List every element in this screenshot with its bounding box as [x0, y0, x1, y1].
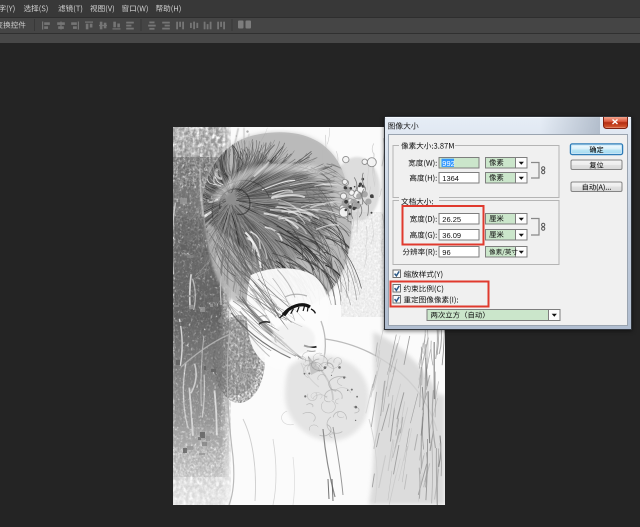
- svg-text:26.25: 26.25: [442, 215, 461, 224]
- svg-text:96: 96: [442, 248, 450, 257]
- svg-text:36.09: 36.09: [442, 231, 461, 240]
- svg-text:1364: 1364: [442, 174, 459, 183]
- svg-text:992: 992: [442, 159, 455, 168]
